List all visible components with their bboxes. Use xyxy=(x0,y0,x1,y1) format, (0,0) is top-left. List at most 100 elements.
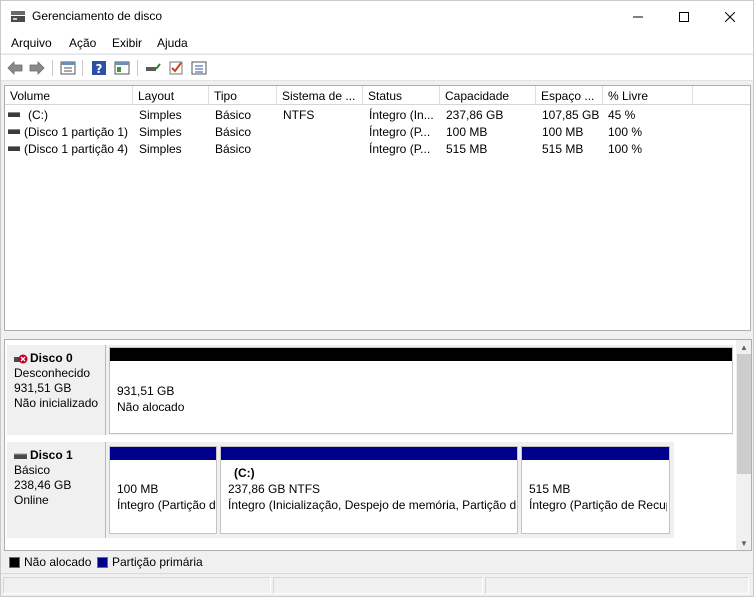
column-capacidade[interactable]: Capacidade xyxy=(440,86,536,105)
disk-error-icon xyxy=(14,354,28,363)
minimize-icon xyxy=(633,16,643,17)
svg-text:?: ? xyxy=(96,62,103,76)
menu-arquivo[interactable]: Arquivo xyxy=(11,36,52,50)
cell-livre: 100 % xyxy=(608,125,643,139)
disk-graphical-view: Disco 0 Desconhecido 931,51 GB Não inici… xyxy=(4,339,752,551)
partition-status: Íntegro (Partição de Sistema EFI) xyxy=(117,498,215,512)
menu-acao[interactable]: Ação xyxy=(69,36,96,50)
cell-volume: (Disco 1 partição 1) xyxy=(24,125,129,139)
column-livre[interactable]: % Livre xyxy=(603,86,693,105)
column-volume[interactable]: Volume xyxy=(5,86,133,105)
cell-volume: (Disco 1 partição 4) xyxy=(24,142,129,156)
partition-size: 237,86 GB NTFS xyxy=(228,482,321,496)
legend: Não alocado Partição primária xyxy=(4,551,752,572)
list-button[interactable] xyxy=(190,59,208,77)
partition-status: Íntegro (Partição de Recuperação) xyxy=(529,498,667,512)
help-button[interactable]: ? xyxy=(90,59,108,77)
unallocated-bar xyxy=(110,348,732,361)
status-segment xyxy=(485,577,749,594)
connect-icon xyxy=(146,63,161,71)
legend-primary: Partição primária xyxy=(97,555,203,569)
menu-bar: Arquivo Ação Exibir Ajuda xyxy=(1,32,753,54)
menu-exibir[interactable]: Exibir xyxy=(112,36,142,50)
disk-management-window: Gerenciamento de disco Arquivo Ação Exib… xyxy=(0,0,754,597)
disk-0-unallocated[interactable]: 931,51 GB Não alocado xyxy=(109,347,733,434)
legend-swatch xyxy=(9,556,20,568)
disk-1-size: 238,46 GB xyxy=(14,478,72,492)
pane-splitter[interactable] xyxy=(1,331,753,339)
properties-button[interactable] xyxy=(59,59,77,77)
primary-partition-bar xyxy=(221,447,517,460)
back-icon xyxy=(7,61,23,75)
cell-tipo: Básico xyxy=(215,125,252,139)
disk-0-size: 931,51 GB xyxy=(14,381,72,395)
cell-capacidade: 515 MB xyxy=(446,142,488,156)
vertical-scrollbar[interactable]: ▲ ▼ xyxy=(736,340,751,550)
partition-label: (C:) xyxy=(234,466,255,480)
close-button[interactable] xyxy=(707,1,753,32)
maximize-icon xyxy=(679,11,689,22)
disk-1-partition-c[interactable]: (C:) 237,86 GB NTFS Íntegro (Inicializaç… xyxy=(220,446,518,534)
help-icon: ? xyxy=(92,61,106,76)
cell-status: Íntegro (P... xyxy=(369,142,431,156)
disk-management-icon xyxy=(11,11,25,22)
volume-icon xyxy=(8,129,20,134)
primary-partition-bar xyxy=(110,447,216,460)
forward-button[interactable] xyxy=(28,59,46,77)
table-row[interactable]: (C:) Simples Básico NTFS Íntegro (In... … xyxy=(5,106,750,123)
disk-0-label[interactable]: Disco 0 Desconhecido 931,51 GB Não inici… xyxy=(7,345,106,435)
column-espaco[interactable]: Espaço ... xyxy=(536,86,603,105)
volume-list-header: Volume Layout Tipo Sistema de ... Status… xyxy=(5,86,750,105)
cell-espaco: 107,85 GB xyxy=(542,108,600,122)
disk-0-state: Não inicializado xyxy=(14,396,99,410)
cell-sistema: NTFS xyxy=(283,108,315,122)
partition-size: 515 MB xyxy=(529,482,571,496)
partition-size: 100 MB xyxy=(117,482,159,496)
legend-swatch xyxy=(97,556,108,568)
partition-status: Íntegro (Inicialização, Despejo de memór… xyxy=(228,498,516,512)
partition-size: 931,51 GB xyxy=(117,384,175,398)
disk-0-type: Desconhecido xyxy=(14,366,91,380)
list-icon xyxy=(191,61,207,75)
cell-status: Íntegro (P... xyxy=(369,125,431,139)
cell-volume: (C:) xyxy=(28,108,48,122)
scrollbar-thumb[interactable] xyxy=(737,354,751,474)
legend-label: Partição primária xyxy=(112,555,203,569)
title-bar: Gerenciamento de disco xyxy=(1,1,753,32)
legend-unallocated: Não alocado xyxy=(9,555,91,569)
table-row[interactable]: (Disco 1 partição 4) Simples Básico Ínte… xyxy=(5,140,750,157)
disk-1-partition-4[interactable]: 515 MB Íntegro (Partição de Recuperação) xyxy=(521,446,670,534)
back-button[interactable] xyxy=(6,59,24,77)
toolbar: ? xyxy=(1,54,753,81)
minimize-button[interactable] xyxy=(615,1,661,32)
cell-tipo: Básico xyxy=(215,108,252,122)
check-icon xyxy=(169,61,183,75)
column-status[interactable]: Status xyxy=(363,86,440,105)
disk-1-name: Disco 1 xyxy=(30,448,73,462)
scroll-up-icon[interactable]: ▲ xyxy=(739,342,749,352)
cell-livre: 100 % xyxy=(608,142,643,156)
forward-icon xyxy=(29,61,45,75)
cell-espaco: 515 MB xyxy=(542,142,584,156)
column-sistema[interactable]: Sistema de ... xyxy=(277,86,363,105)
cell-espaco: 100 MB xyxy=(542,125,584,139)
table-row[interactable]: (Disco 1 partição 1) Simples Básico Ínte… xyxy=(5,123,750,140)
volume-list: Volume Layout Tipo Sistema de ... Status… xyxy=(4,85,751,331)
cell-livre: 45 % xyxy=(608,108,636,122)
view-button[interactable] xyxy=(113,59,131,77)
check-button[interactable] xyxy=(167,59,185,77)
disk-1-partition-1[interactable]: 100 MB Íntegro (Partição de Sistema EFI) xyxy=(109,446,217,534)
legend-label: Não alocado xyxy=(24,555,92,569)
disk-0-name: Disco 0 xyxy=(30,351,73,365)
connect-button[interactable] xyxy=(144,59,162,77)
status-segment xyxy=(3,577,271,594)
scroll-down-icon[interactable]: ▼ xyxy=(739,538,749,548)
menu-ajuda[interactable]: Ajuda xyxy=(157,36,188,50)
column-tipo[interactable]: Tipo xyxy=(209,86,277,105)
disk-1-type: Básico xyxy=(14,463,51,477)
disk-1-state: Online xyxy=(14,493,49,507)
disk-1-label[interactable]: Disco 1 Básico 238,46 GB Online xyxy=(7,442,106,538)
maximize-button[interactable] xyxy=(661,1,707,32)
cell-layout: Simples xyxy=(139,125,182,139)
column-layout[interactable]: Layout xyxy=(133,86,209,105)
